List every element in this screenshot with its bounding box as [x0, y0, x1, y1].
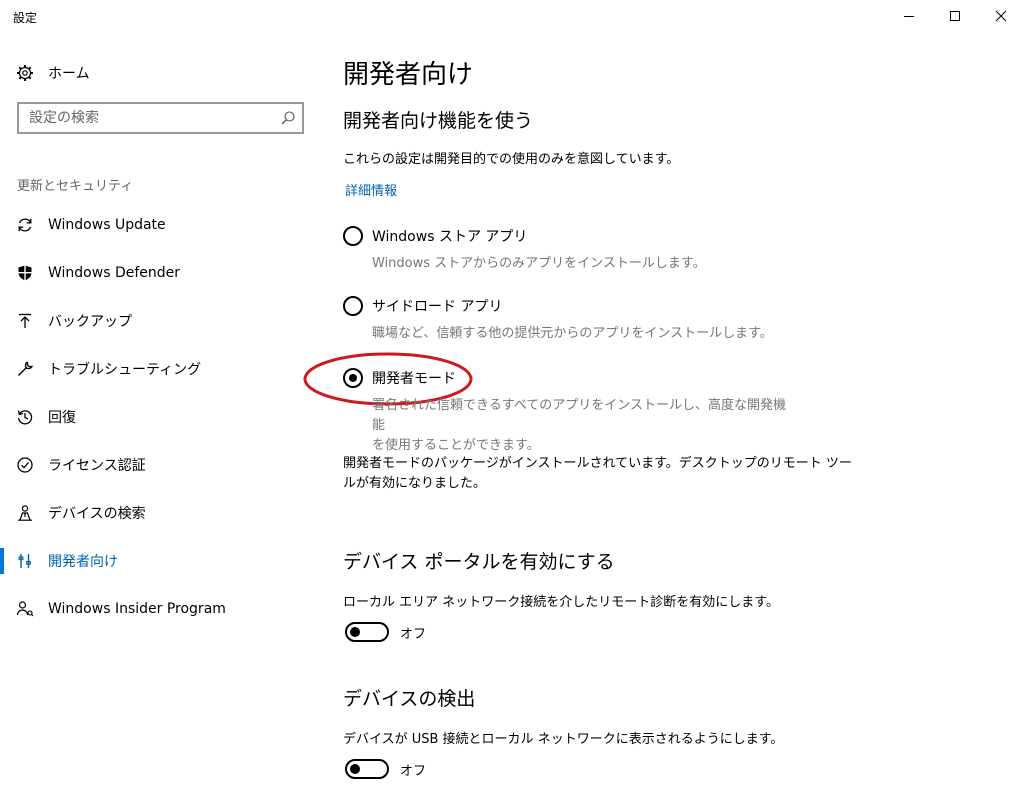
radio-button-selected[interactable]: [343, 368, 363, 388]
radio-description-line: を使用することができます。: [372, 438, 540, 453]
radio-button[interactable]: [343, 296, 363, 316]
status-line: 開発者モードのパッケージがインストールされています。デスクトップのリモート ツー: [343, 456, 852, 471]
home-label: ホーム: [48, 66, 90, 82]
device-portal-toggle[interactable]: [345, 622, 389, 642]
main-content: 開発者向け 開発者向け機能を使う これらの設定は開発目的での使用のみを意図してい…: [303, 32, 1003, 800]
radio-description: 署名された信頼できるすべてのアプリをインストールし、高度な開発機能 を使用するこ…: [372, 396, 792, 456]
minimize-icon: [904, 16, 914, 17]
toggle-state-label: オフ: [400, 763, 427, 779]
check-circle-icon: [16, 456, 34, 474]
gear-icon: [16, 64, 34, 82]
sidebar-item-label: トラブルシューティング: [48, 362, 202, 378]
sidebar-item-label: Windows Update: [48, 217, 166, 233]
section-heading-use-features: 開発者向け機能を使う: [343, 110, 534, 132]
sidebar-item-activation[interactable]: ライセンス認証: [0, 441, 320, 489]
sidebar-item-label: ライセンス認証: [48, 458, 146, 474]
window-title: 設定: [13, 11, 38, 25]
radio-label: 開発者モード: [372, 371, 456, 387]
sidebar-item-recovery[interactable]: 回復: [0, 393, 320, 441]
maximize-icon: [950, 11, 960, 21]
upload-icon: [16, 312, 34, 330]
sidebar-item-windows-insider[interactable]: Windows Insider Program: [0, 585, 320, 633]
toggle-state-label: オフ: [400, 626, 427, 642]
section-heading-device-discovery: デバイスの検出: [343, 688, 476, 710]
use-features-description: これらの設定は開発目的での使用のみを意図しています。: [343, 152, 680, 167]
developer-mode-status: 開発者モードのパッケージがインストールされています。デスクトップのリモート ツー…: [343, 454, 852, 494]
learn-more-link[interactable]: 詳細情報: [345, 180, 397, 199]
home-link[interactable]: ホーム: [16, 62, 90, 84]
radio-description-line: 署名された信頼できるすべてのアプリをインストールし、高度な開発機能: [372, 398, 787, 433]
sidebar-item-label: 回復: [48, 410, 76, 426]
active-indicator: [0, 548, 4, 574]
sidebar-item-label: Windows Insider Program: [48, 601, 226, 617]
sidebar-item-label: バックアップ: [48, 314, 132, 330]
sidebar-item-find-device[interactable]: デバイスの検索: [0, 489, 320, 537]
minimize-button[interactable]: [886, 0, 932, 32]
person-location-icon: [16, 504, 34, 522]
radio-sideload-apps[interactable]: サイドロード アプリ: [343, 296, 502, 316]
page-title: 開発者向け: [343, 60, 474, 90]
radio-button[interactable]: [343, 226, 363, 246]
device-discovery-toggle-row[interactable]: オフ: [345, 759, 426, 779]
section-heading-device-portal: デバイス ポータルを有効にする: [343, 551, 615, 573]
section-header: 更新とセキュリティ: [17, 179, 134, 194]
history-icon: [16, 408, 34, 426]
radio-description: Windows ストアからのみアプリをインストールします。: [372, 256, 706, 271]
close-button[interactable]: [978, 0, 1024, 32]
shield-icon: [16, 264, 34, 282]
device-discovery-toggle[interactable]: [345, 759, 389, 779]
sidebar-nav: Windows Update Windows Defender バックアップ ト…: [0, 201, 320, 633]
sidebar-item-for-developers[interactable]: 開発者向け: [0, 537, 320, 585]
refresh-icon: [16, 216, 34, 234]
title-bar: 設定: [0, 0, 1024, 32]
sidebar-item-label: Windows Defender: [48, 265, 181, 281]
search-input[interactable]: [19, 104, 269, 132]
radio-label: サイドロード アプリ: [372, 299, 503, 315]
search-icon[interactable]: [280, 110, 296, 126]
sidebar-item-windows-update[interactable]: Windows Update: [0, 201, 320, 249]
sidebar-item-troubleshoot[interactable]: トラブルシューティング: [0, 345, 320, 393]
wrench-icon: [16, 360, 34, 378]
device-portal-toggle-row[interactable]: オフ: [345, 622, 426, 642]
device-discovery-description: デバイスが USB 接続とローカル ネットワークに表示されるようにします。: [343, 732, 784, 747]
radio-description: 職場など、信頼する他の提供元からのアプリをインストールします。: [372, 326, 773, 341]
sidebar-item-windows-defender[interactable]: Windows Defender: [0, 249, 320, 297]
radio-developer-mode[interactable]: 開発者モード: [343, 368, 456, 388]
device-portal-description: ローカル エリア ネットワーク接続を介したリモート診断を有効にします。: [343, 595, 779, 610]
sidebar-item-backup[interactable]: バックアップ: [0, 297, 320, 345]
maximize-button[interactable]: [932, 0, 978, 32]
status-line: ルが有効になりました。: [343, 476, 487, 491]
sidebar-item-label: 開発者向け: [48, 554, 118, 570]
radio-label: Windows ストア アプリ: [372, 229, 528, 245]
developer-tools-icon: [16, 552, 34, 570]
sidebar-item-label: デバイスの検索: [48, 506, 146, 522]
insider-icon: [16, 600, 34, 618]
search-box[interactable]: [17, 102, 304, 134]
sidebar: ホーム 更新とセキュリティ Windows Update Windows Def…: [0, 32, 320, 800]
close-icon: [995, 10, 1007, 22]
radio-store-apps[interactable]: Windows ストア アプリ: [343, 226, 527, 246]
